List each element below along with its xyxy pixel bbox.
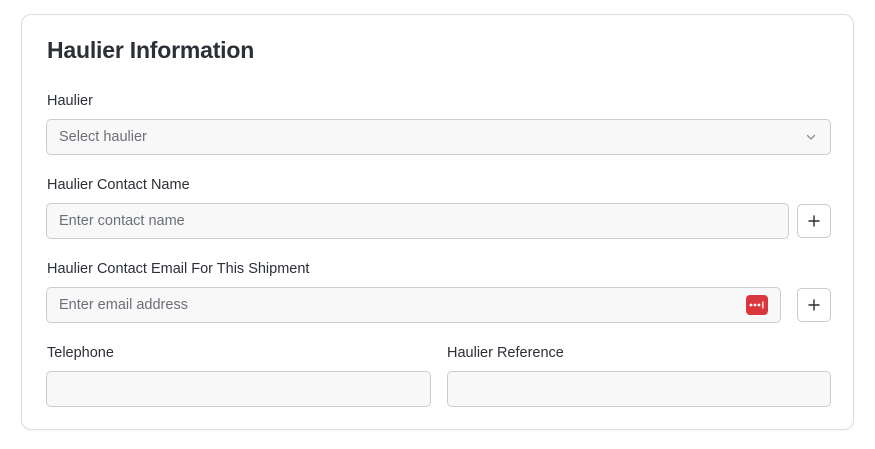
add-contact-email-button[interactable] <box>797 288 831 322</box>
chevron-down-icon <box>804 130 818 144</box>
plus-icon <box>807 298 821 312</box>
haulier-label: Haulier <box>47 93 93 109</box>
haulier-select[interactable]: Select haulier <box>46 119 831 155</box>
password-manager-icon[interactable] <box>746 295 768 315</box>
add-contact-name-button[interactable] <box>797 204 831 238</box>
contact-email-field[interactable] <box>46 287 781 323</box>
telephone-input[interactable] <box>59 381 418 397</box>
contact-email-label: Haulier Contact Email For This Shipment <box>47 261 310 277</box>
contact-email-input[interactable] <box>59 297 738 313</box>
haulier-reference-field[interactable] <box>447 371 831 407</box>
haulier-reference-input[interactable] <box>460 381 818 397</box>
contact-name-input[interactable] <box>59 213 776 229</box>
contact-name-label: Haulier Contact Name <box>47 177 190 193</box>
contact-name-field[interactable] <box>46 203 789 239</box>
haulier-information-card: Haulier Information Haulier Select hauli… <box>21 14 854 430</box>
telephone-label: Telephone <box>47 345 114 361</box>
section-title: Haulier Information <box>47 37 255 63</box>
telephone-field[interactable] <box>46 371 431 407</box>
haulier-reference-label: Haulier Reference <box>447 345 564 361</box>
plus-icon <box>807 214 821 228</box>
haulier-select-placeholder: Select haulier <box>59 129 147 145</box>
